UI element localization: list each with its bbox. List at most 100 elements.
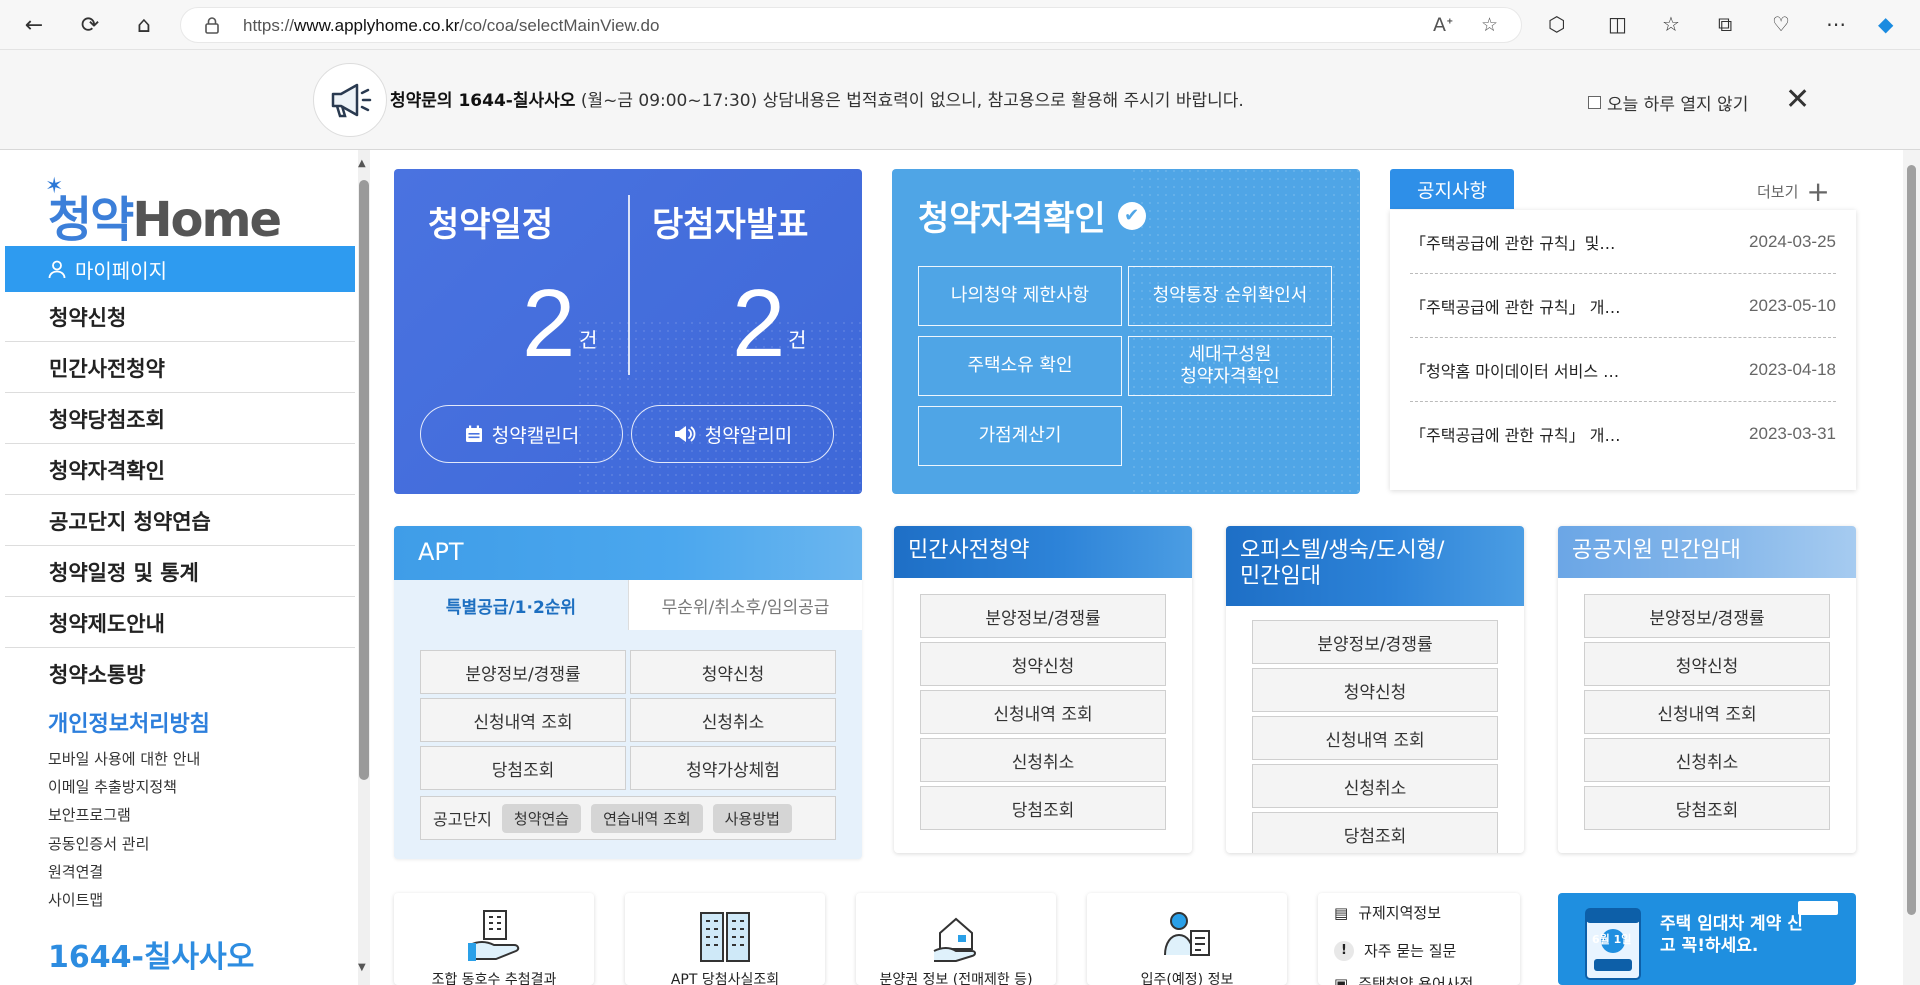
checkbox-icon[interactable] bbox=[1588, 96, 1601, 109]
schedule-title[interactable]: 청약일정 bbox=[428, 197, 553, 246]
address-bar[interactable]: https://www.applyhome.co.kr/co/coa/selec… bbox=[180, 7, 1522, 43]
rental-winner-button[interactable]: 당첨조회 bbox=[1584, 786, 1830, 830]
sidebar-item-practice[interactable]: 공고단지 청약연습 bbox=[5, 496, 355, 546]
calendar-button[interactable]: 청약캘린더 bbox=[420, 405, 623, 463]
list-item[interactable]: 「주택공급에 관한 규칙」 개… 2023-05-10 bbox=[1410, 274, 1836, 338]
back-icon[interactable]: ← bbox=[18, 9, 50, 41]
sidebar-scroll-thumb[interactable] bbox=[359, 180, 369, 780]
officetel-history-button[interactable]: 신청내역 조회 bbox=[1252, 716, 1498, 760]
sitemap-link[interactable]: 사이트맵 bbox=[48, 889, 103, 910]
contact-phone: 1644-칠사사오 bbox=[48, 940, 255, 975]
person-document-icon bbox=[1164, 912, 1210, 956]
my-restrictions-button[interactable]: 나의청약 제한사항 bbox=[918, 266, 1122, 326]
sidebar-item-system-guide[interactable]: 청약제도안내 bbox=[5, 598, 355, 648]
apt-winner-fact-card[interactable]: APT 당첨사실조회 bbox=[625, 893, 825, 985]
sidebar-item-pre-subscription[interactable]: 민간사전청약 bbox=[5, 343, 355, 393]
glossary-link[interactable]: ▣ 주택청약 용어사전 bbox=[1334, 973, 1473, 985]
copilot-icon[interactable]: ◆ bbox=[1878, 12, 1893, 36]
browser-toolbar: ← ⟳ ⌂ https://www.applyhome.co.kr/co/coa… bbox=[0, 0, 1920, 50]
practice-chip[interactable]: 청약연습 bbox=[501, 803, 582, 833]
sidebar-item-schedule-stats[interactable]: 청약일정 및 통계 bbox=[5, 547, 355, 597]
tab-notices[interactable]: 공지사항 bbox=[1390, 169, 1514, 209]
sidebar-item-community[interactable]: 청약소통방 bbox=[5, 649, 355, 699]
schedule-card: 청약일정 당첨자발표 2 건 2 건 청약캘린더 청약알리미 bbox=[394, 169, 862, 494]
mobile-guide-link[interactable]: 모바일 사용에 대한 안내 bbox=[48, 748, 200, 769]
card-divider bbox=[628, 195, 630, 375]
apt-simulation-button[interactable]: 청약가상체험 bbox=[630, 746, 836, 790]
apt-apply-button[interactable]: 청약신청 bbox=[630, 650, 836, 694]
security-program-link[interactable]: 보안프로그램 bbox=[48, 804, 131, 825]
read-aloud-icon[interactable]: Aᐩ bbox=[1433, 14, 1453, 36]
household-eligibility-button[interactable]: 세대구성원 청약자격확인 bbox=[1128, 336, 1332, 396]
officetel-cancel-button[interactable]: 신청취소 bbox=[1252, 764, 1498, 808]
exclamation-icon: ! bbox=[1334, 940, 1354, 961]
alarm-button[interactable]: 청약알리미 bbox=[631, 405, 834, 463]
sidebar-item-mypage[interactable]: 마이페이지 bbox=[5, 246, 355, 292]
dont-show-today-checkbox[interactable]: 오늘 하루 열지 않기 bbox=[1588, 90, 1748, 115]
pre-winner-button[interactable]: 당첨조회 bbox=[920, 786, 1166, 830]
rental-history-button[interactable]: 신청내역 조회 bbox=[1584, 690, 1830, 734]
apt-history-button[interactable]: 신청내역 조회 bbox=[420, 698, 626, 742]
sidebar-item-winner-lookup[interactable]: 청약당첨조회 bbox=[5, 394, 355, 444]
document-icon: ▤ bbox=[1334, 903, 1349, 922]
rental-sale-info-button[interactable]: 분양정보/경쟁률 bbox=[1584, 594, 1830, 638]
score-calculator-button[interactable]: 가점계산기 bbox=[918, 406, 1122, 466]
scroll-down-icon[interactable]: ▼ bbox=[358, 962, 366, 973]
account-rank-button[interactable]: 청약통장 순위확인서 bbox=[1128, 266, 1332, 326]
extensions-icon[interactable]: ⬡ bbox=[1548, 12, 1565, 36]
page-scroll-thumb[interactable] bbox=[1907, 165, 1916, 915]
eligibility-title[interactable]: 청약자격확인 ✔ bbox=[918, 191, 1146, 240]
regulated-area-link[interactable]: ▤ 규제지역정보 bbox=[1334, 902, 1441, 923]
list-item[interactable]: 「주택공급에 관한 규칙」 개… 2023-03-31 bbox=[1410, 402, 1836, 466]
winner-announce-title[interactable]: 당첨자발표 bbox=[652, 197, 808, 246]
officetel-apply-button[interactable]: 청약신청 bbox=[1252, 668, 1498, 712]
home-icon[interactable]: ⌂ bbox=[128, 9, 160, 41]
privacy-policy-link[interactable]: 개인정보처리방침 bbox=[48, 706, 210, 738]
government-emblem-icon bbox=[1798, 901, 1838, 915]
more-notices-link[interactable]: 더보기 + bbox=[1757, 175, 1830, 208]
lease-report-banner[interactable]: 6월 1일 주택 임대차 계약 신고 꼭!하세요. bbox=[1558, 893, 1856, 985]
more-menu-icon[interactable]: ⋯ bbox=[1826, 12, 1846, 36]
faq-link[interactable]: ! 자주 묻는 질문 bbox=[1334, 940, 1456, 961]
pre-history-button[interactable]: 신청내역 조회 bbox=[920, 690, 1166, 734]
tab-special-supply[interactable]: 특별공급/1·2순위 bbox=[394, 580, 628, 630]
sidebar-item-apply[interactable]: 청약신청 bbox=[5, 292, 355, 342]
apt-sale-info-button[interactable]: 분양정보/경쟁률 bbox=[420, 650, 626, 694]
calendar-icon bbox=[465, 425, 482, 442]
close-icon[interactable]: ✕ bbox=[1785, 82, 1810, 117]
house-ownership-button[interactable]: 주택소유 확인 bbox=[918, 336, 1122, 396]
list-item[interactable]: 「청약홈 마이데이터 서비스 … 2023-04-18 bbox=[1410, 338, 1836, 402]
split-screen-icon[interactable]: ◫ bbox=[1608, 12, 1627, 36]
rental-apply-button[interactable]: 청약신청 bbox=[1584, 642, 1830, 686]
certificate-link[interactable]: 공동인증서 관리 bbox=[48, 833, 149, 854]
collections-icon[interactable]: ⧉ bbox=[1718, 12, 1732, 36]
officetel-sale-info-button[interactable]: 분양정보/경쟁률 bbox=[1252, 620, 1498, 664]
apt-winner-button[interactable]: 당첨조회 bbox=[420, 746, 626, 790]
apt-cancel-button[interactable]: 신청취소 bbox=[630, 698, 836, 742]
winner-count[interactable]: 2 bbox=[732, 269, 785, 379]
pre-apply-button[interactable]: 청약신청 bbox=[920, 642, 1166, 686]
officetel-winner-button[interactable]: 당첨조회 bbox=[1252, 812, 1498, 853]
list-item[interactable]: 「주택공급에 관한 규칙」및… 2024-03-25 bbox=[1410, 210, 1836, 274]
schedule-count[interactable]: 2 bbox=[522, 269, 575, 379]
practice-history-chip[interactable]: 연습내역 조회 bbox=[591, 803, 703, 833]
email-policy-link[interactable]: 이메일 추출방지정책 bbox=[48, 776, 177, 797]
presale-right-card[interactable]: 분양권 정보 (전매제한 등) bbox=[856, 893, 1056, 985]
favorite-star-icon[interactable]: ☆ bbox=[1481, 14, 1498, 36]
officetel-title: 오피스텔/생숙/도시형/ 민간임대 bbox=[1226, 526, 1524, 606]
notice-list: 「주택공급에 관한 규칙」및… 2024-03-25 「주택공급에 관한 규칙」 … bbox=[1390, 210, 1856, 490]
union-lottery-card[interactable]: 조합 동호수 추첨결과 bbox=[394, 893, 594, 985]
refresh-icon[interactable]: ⟳ bbox=[74, 9, 106, 41]
remote-connect-link[interactable]: 원격연결 bbox=[48, 861, 103, 882]
pre-sale-info-button[interactable]: 분양정보/경쟁률 bbox=[920, 594, 1166, 638]
pre-cancel-button[interactable]: 신청취소 bbox=[920, 738, 1166, 782]
move-in-info-card[interactable]: 입주(예정) 정보 bbox=[1087, 893, 1287, 985]
rental-cancel-button[interactable]: 신청취소 bbox=[1584, 738, 1830, 782]
how-to-chip[interactable]: 사용방법 bbox=[712, 803, 792, 833]
browser-essentials-icon[interactable]: ♡ bbox=[1772, 12, 1790, 36]
tab-unranked-supply[interactable]: 무순위/취소후/임의공급 bbox=[628, 580, 862, 630]
favorites-icon[interactable]: ☆ bbox=[1662, 12, 1680, 36]
scroll-up-icon[interactable]: ▲ bbox=[358, 158, 366, 169]
site-logo[interactable]: ✶ 청약Home bbox=[45, 174, 282, 250]
sidebar-item-eligibility[interactable]: 청약자격확인 bbox=[5, 445, 355, 495]
